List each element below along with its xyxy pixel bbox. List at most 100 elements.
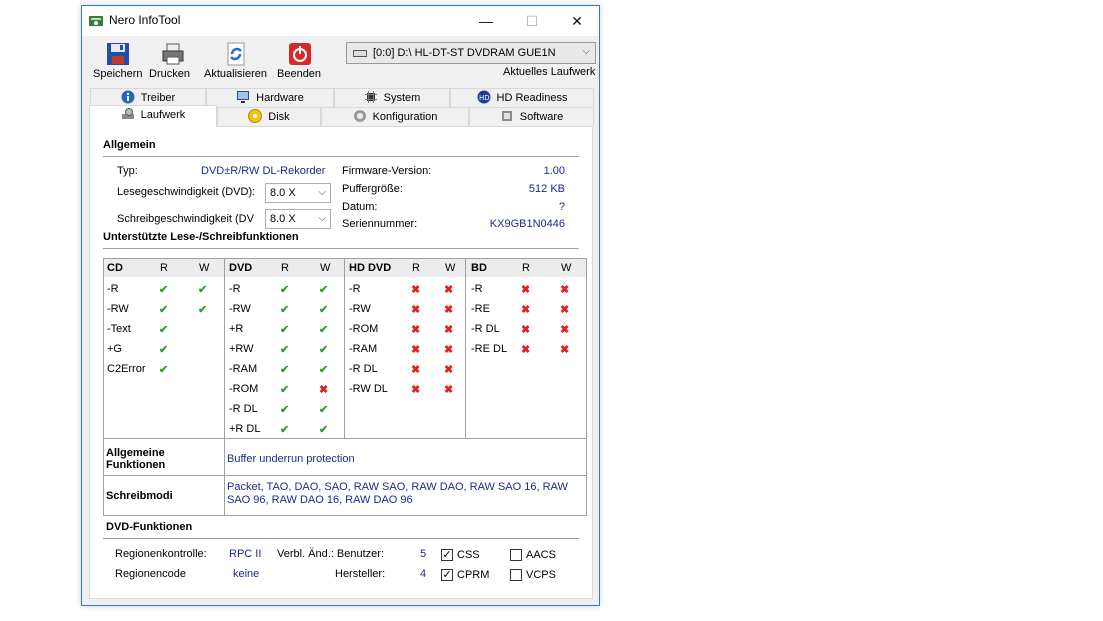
maximize-icon: ☐ (525, 13, 539, 29)
serial-label: Seriennummer: (342, 218, 418, 230)
group-name: BD (471, 262, 487, 274)
check-icon: ✔ (280, 424, 290, 436)
format-label: -R DL (229, 403, 258, 415)
format-label: +G (107, 343, 122, 355)
feature-label: VCPS (526, 569, 556, 581)
tab-laufwerk[interactable]: Laufwerk (89, 105, 217, 127)
info-icon (121, 90, 135, 104)
capability-group-header: DVD R W (225, 259, 344, 277)
group-name: DVD (229, 262, 253, 274)
exit-button[interactable]: Beenden (277, 42, 323, 80)
group-name: CD (107, 262, 123, 274)
gear-icon (353, 110, 366, 122)
tab-label: Laufwerk (140, 109, 186, 121)
check-icon: ✔ (159, 304, 169, 316)
read-header: R (160, 262, 168, 274)
format-label: -R (349, 283, 361, 295)
window-title: Nero InfoTool (109, 13, 181, 27)
tab-konfiguration[interactable]: Konfiguration (321, 107, 469, 126)
format-label: -Text (107, 323, 131, 335)
unchecked-box-icon (510, 549, 522, 561)
tab-label: System (383, 92, 421, 104)
refresh-button[interactable]: Aktualisieren (204, 42, 268, 80)
capabilities-table: CD R W -R ✔ ✔ -R W ✔ ✔ -Text ✔ +G ✔ C2Error ✔ DVD R W -R ✔ ✔ -… (103, 258, 587, 516)
check-icon: ✔ (280, 384, 290, 396)
type-value: DVD±R/RW DL-Rekorder (201, 165, 326, 177)
cross-icon: ✖ (560, 304, 570, 316)
check-icon: ✔ (280, 404, 290, 416)
format-label: -R DL (349, 363, 378, 375)
tab-hardware[interactable]: Hardware (206, 88, 334, 107)
check-icon: ✔ (198, 304, 208, 316)
section-divider (103, 538, 579, 539)
format-label: -R (107, 283, 119, 295)
date-value: ? (558, 201, 565, 213)
read-speed-value: 8.0 X (270, 187, 296, 199)
group-name: HD DVD (349, 262, 392, 274)
print-button[interactable]: Drucken (149, 42, 197, 80)
tab-software[interactable]: Software (469, 107, 594, 126)
read-speed-select[interactable]: 8.0 X ⌵ (265, 183, 331, 203)
section-divider (103, 248, 579, 249)
check-icon: ✔ (280, 304, 290, 316)
format-label: -R DL (471, 323, 500, 335)
write-header: W (561, 262, 572, 274)
format-label: -RAM (229, 363, 258, 375)
format-label: -RW DL (349, 383, 388, 395)
drive-icon (353, 50, 367, 57)
column-divider (224, 439, 225, 475)
cross-icon: ✖ (444, 324, 454, 336)
check-icon: ✔ (159, 284, 169, 296)
tab-label: Software (519, 111, 564, 123)
format-label: -RAM (349, 343, 378, 355)
printer-icon (162, 43, 184, 65)
check-icon: ✔ (319, 304, 329, 316)
write-header: W (320, 262, 331, 274)
general-functions-row: Allgemeine Funktionen Buffer underrun pr… (104, 438, 586, 475)
close-button[interactable]: ✕ (554, 6, 600, 36)
title-bar: Nero InfoTool — ☐ ✕ (82, 6, 599, 36)
maximize-button[interactable]: ☐ (509, 6, 555, 36)
capability-group-dvd: DVD R W -R ✔ ✔ -RW ✔ ✔ +R ✔ ✔ +RW ✔ ✔ -RAM ✔ ✔ -ROM ✔ ✖ -R DL… (225, 259, 345, 438)
firmware-label: Firmware-Version: (342, 165, 432, 177)
minimize-button[interactable]: — (463, 6, 509, 36)
format-label: +R (229, 323, 244, 335)
general-functions-value: Buffer underrun protection (227, 453, 355, 465)
changes-user-label: Verbl. Änd.: Benutzer: (277, 548, 385, 560)
column-divider (224, 476, 225, 515)
tab-hd-readiness[interactable]: HD HD Readiness (450, 88, 594, 107)
refresh-icon (227, 42, 245, 66)
write-speed-select[interactable]: 8.0 X ⌵ (265, 209, 331, 229)
cross-icon: ✖ (560, 324, 570, 336)
tab-disk[interactable]: Disk (217, 107, 321, 126)
region-control-label: Regionenkontrolle: (115, 548, 207, 560)
check-icon: ✔ (280, 344, 290, 356)
save-label: Speichern (93, 68, 143, 80)
cross-icon: ✖ (521, 284, 531, 296)
format-label: -RE (471, 303, 490, 315)
monitor-icon (237, 91, 250, 103)
exit-label: Beenden (277, 68, 322, 80)
minimize-icon: — (479, 13, 493, 29)
chevron-down-icon: ⌵ (318, 187, 326, 198)
drive-select[interactable]: [0:0] D:\ HL-DT-ST DVDRAM GUE1N ⌵ (346, 42, 596, 64)
save-button[interactable]: Speichern (93, 42, 143, 80)
check-icon: ✔ (319, 284, 329, 296)
manufacturer-label: Hersteller: (335, 568, 386, 580)
capability-group-header: BD R W (466, 259, 586, 277)
cross-icon: ✖ (319, 384, 329, 396)
tab-label: Konfiguration (372, 111, 438, 123)
nero-infotool-window: Nero InfoTool — ☐ ✕ Speichern Drucken Ak… (81, 5, 600, 606)
read-speed-label: Lesegeschwindigkeit (DVD): (117, 186, 256, 198)
cross-icon: ✖ (411, 364, 421, 376)
tab-system[interactable]: System (334, 88, 450, 107)
check-icon: ✔ (159, 364, 169, 376)
check-icon: ✔ (319, 424, 329, 436)
format-label: C2Error (107, 363, 146, 375)
check-icon: ✔ (319, 404, 329, 416)
drive-select-value: [0:0] D:\ HL-DT-ST DVDRAM GUE1N (373, 47, 556, 59)
format-label: -R (229, 283, 241, 295)
tab-label: Disk (268, 111, 290, 123)
buffer-value: 512 KB (528, 183, 565, 195)
cross-icon: ✖ (444, 284, 454, 296)
